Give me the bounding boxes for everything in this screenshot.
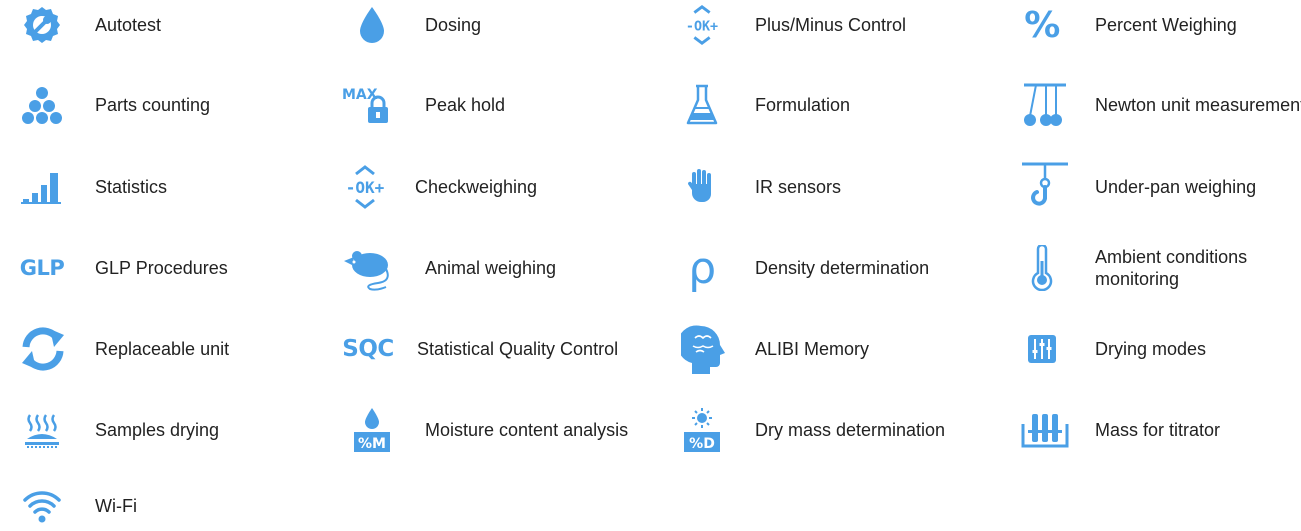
feature-label: GLP Procedures <box>95 258 228 278</box>
thermometer-icon <box>1020 245 1064 291</box>
svg-text:-OK+: -OK+ <box>346 178 385 197</box>
feature-label: Density determination <box>755 258 930 278</box>
drying-modes-icon <box>1020 327 1064 371</box>
animal-weighing-icon <box>340 246 394 291</box>
parts-counting-icon <box>20 83 64 127</box>
feature-label: Autotest <box>95 15 162 35</box>
feature-label: Statistical Quality Control <box>417 339 619 359</box>
feature-label: Moisture content analysis <box>425 420 629 440</box>
feature-label: Plus/Minus Control <box>755 15 907 35</box>
plus-minus-control-icon: -OK+ <box>680 3 724 47</box>
feature-label: Under-pan weighing <box>1095 177 1257 197</box>
feature-label: Animal weighing <box>425 258 557 278</box>
svg-text:-OK+: -OK+ <box>686 20 718 35</box>
feature-label: Wi-Fi <box>95 496 137 516</box>
newton-unit-icon <box>1020 83 1070 127</box>
feature-label: Statistics <box>95 177 168 197</box>
statistics-icon <box>20 165 64 209</box>
feature-label: Checkweighing <box>415 177 538 197</box>
feature-label: Parts counting <box>95 95 211 115</box>
feature-label: Ambient conditions monitoring <box>1095 247 1248 289</box>
feature-label: Drying modes <box>1095 339 1207 359</box>
mass-for-titrator-icon <box>1020 408 1070 452</box>
checkweighing-icon: -OK+ <box>335 165 395 209</box>
feature-label: ALIBI Memory <box>755 339 870 359</box>
alibi-memory-icon <box>680 324 728 374</box>
feature-label: Mass for titrator <box>1095 420 1221 440</box>
feature-label: Formulation <box>755 95 851 115</box>
formulation-icon <box>680 83 724 127</box>
feature-label: Dosing <box>425 15 482 35</box>
glp-icon: GLP <box>19 256 65 280</box>
samples-drying-icon <box>20 408 64 452</box>
under-pan-weighing-icon <box>1020 162 1070 209</box>
autotest-icon <box>20 3 64 47</box>
dry-mass-icon: %D <box>680 408 724 452</box>
svg-text:%D: %D <box>689 436 715 452</box>
feature-label: IR sensors <box>755 177 842 197</box>
density-icon: ρ <box>688 242 716 294</box>
feature-label: Dry mass determination <box>755 420 946 440</box>
feature-label: Newton unit measurement <box>1095 95 1301 115</box>
svg-text:%M: %M <box>358 436 386 452</box>
replaceable-unit-icon <box>18 327 68 371</box>
wifi-icon <box>20 484 64 528</box>
dosing-icon <box>350 3 394 47</box>
feature-label: Peak hold <box>425 95 506 115</box>
sqc-icon: SQC <box>342 336 394 362</box>
ir-sensors-icon <box>680 165 724 209</box>
feature-label: Percent Weighing <box>1095 15 1237 35</box>
feature-label: Samples drying <box>95 420 220 440</box>
moisture-content-icon: %M <box>350 408 394 452</box>
feature-label: Replaceable unit <box>95 339 230 359</box>
peak-hold-icon: MAX <box>340 83 394 127</box>
percent-icon: % <box>1024 4 1060 46</box>
